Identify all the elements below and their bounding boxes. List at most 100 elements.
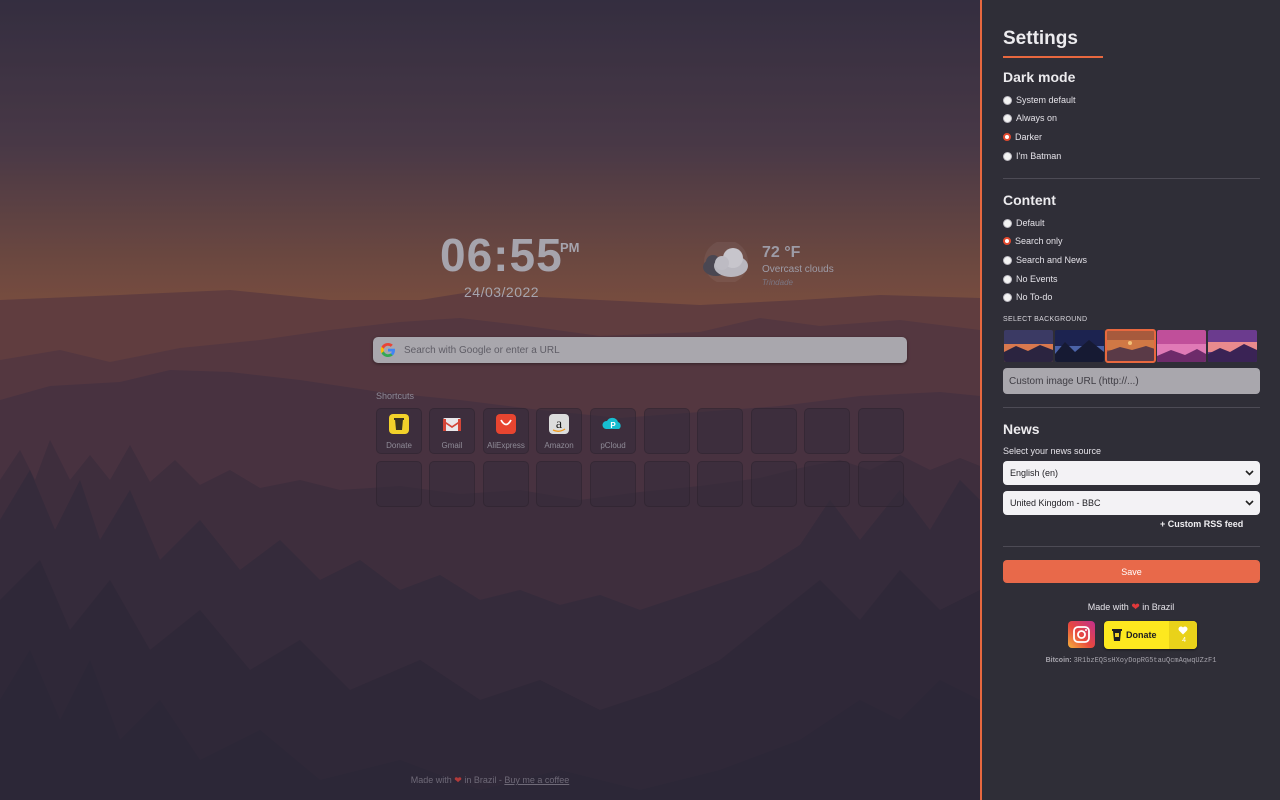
shortcut-empty[interactable]	[697, 408, 743, 454]
radio-button[interactable]	[1003, 95, 1012, 105]
radio-dark-system-default[interactable]: System default	[1003, 93, 1076, 107]
radio-label: Default	[1016, 218, 1045, 228]
radio-content-no-events[interactable]: No Events	[1003, 272, 1058, 286]
clock-time: 06:55	[440, 229, 563, 281]
divider	[1003, 546, 1260, 547]
new-tab-page: 06:55 PM 24/03/2022 72 °F Overcast cloud…	[0, 0, 980, 800]
radio-button[interactable]	[1003, 218, 1012, 228]
shortcut-empty[interactable]	[590, 461, 636, 507]
shortcut-amazon[interactable]: a Amazon	[536, 408, 582, 454]
select-background-label: SELECT BACKGROUND	[1003, 316, 1088, 323]
chevron-down-icon	[1245, 470, 1254, 476]
shortcut-donate[interactable]: Donate	[376, 408, 422, 454]
radio-content-search-news[interactable]: Search and News	[1003, 253, 1087, 267]
shortcut-label: Gmail	[441, 441, 463, 450]
background-thumbnail[interactable]	[1055, 330, 1104, 362]
donate-count: 4	[1182, 637, 1186, 644]
radio-label: Search only	[1015, 236, 1063, 246]
search-bar[interactable]	[373, 337, 907, 363]
clock-date: 24/03/2022	[464, 284, 540, 300]
heart-icon: ❤	[454, 775, 462, 785]
aliexpress-icon	[496, 414, 516, 434]
radio-label: Always on	[1016, 113, 1058, 123]
shortcuts-title: Shortcuts	[376, 391, 415, 401]
donate-button[interactable]: Donate 4	[1104, 621, 1197, 649]
settings-title: Settings	[1003, 28, 1078, 49]
bitcoin-label: Bitcoin:	[1045, 657, 1072, 664]
news-source-value: United Kingdom - BBC	[1010, 498, 1101, 508]
shortcut-empty[interactable]	[376, 461, 422, 507]
bitcoin-info: Bitcoin: 3R1bzEQSsHXoyDopRG5tauQcmAqwqUZ…	[982, 657, 1280, 665]
bitcoin-address: 3R1bzEQSsHXoyDopRG5tauQcmAqwqUZzF1	[1073, 657, 1217, 665]
shortcut-gmail[interactable]: Gmail	[429, 408, 475, 454]
shortcut-label: Donate	[386, 441, 412, 450]
heart-icon: ❤	[1131, 602, 1140, 613]
radio-dark-darker[interactable]: Darker	[1003, 130, 1042, 144]
radio-button[interactable]	[1003, 274, 1012, 284]
background-thumbnail[interactable]	[1004, 330, 1053, 362]
donate-counter: 4	[1169, 621, 1197, 649]
radio-dark-always-on[interactable]: Always on	[1003, 111, 1057, 125]
chevron-down-icon	[1245, 500, 1254, 506]
radio-dark-batman[interactable]: I'm Batman	[1003, 149, 1061, 163]
shortcut-aliexpress[interactable]: AliExpress	[483, 408, 529, 454]
shortcut-empty[interactable]	[429, 461, 475, 507]
svg-text:P: P	[610, 421, 616, 430]
shortcut-empty[interactable]	[483, 461, 529, 507]
radio-label: I'm Batman	[1016, 151, 1062, 161]
shortcut-empty[interactable]	[804, 461, 850, 507]
clock-ampm: PM	[560, 240, 580, 255]
news-language-select[interactable]: English (en)	[1003, 461, 1260, 485]
custom-image-url-input[interactable]	[1003, 368, 1260, 394]
radio-content-default[interactable]: Default	[1003, 216, 1045, 230]
divider	[1003, 178, 1260, 179]
made-with-text: Made with ❤ in Brazil	[982, 602, 1280, 613]
clock: 06:55 PM 24/03/2022	[440, 228, 580, 300]
shortcut-pcloud[interactable]: P pCloud	[590, 408, 636, 454]
radio-content-no-todo[interactable]: No To-do	[1003, 290, 1052, 304]
radio-button[interactable]	[1003, 151, 1012, 161]
background-thumbnail-selected[interactable]	[1105, 329, 1156, 363]
shortcut-empty[interactable]	[644, 461, 690, 507]
shortcut-empty[interactable]	[644, 408, 690, 454]
donate-label: Donate	[1126, 630, 1157, 640]
shortcut-empty[interactable]	[536, 461, 582, 507]
shortcut-empty[interactable]	[751, 461, 797, 507]
pcloud-icon: P	[602, 417, 621, 430]
background-thumbnail[interactable]	[1157, 330, 1206, 362]
radio-button[interactable]	[1003, 292, 1012, 302]
divider	[1003, 407, 1260, 408]
buy-coffee-link[interactable]: Buy me a coffee	[504, 775, 569, 785]
background-picker	[1004, 329, 1261, 363]
shortcut-empty[interactable]	[858, 461, 904, 507]
shortcut-empty[interactable]	[697, 461, 743, 507]
radio-label: Search and News	[1016, 255, 1088, 265]
amazon-icon: a	[549, 414, 569, 434]
search-input[interactable]	[404, 337, 894, 363]
settings-panel: Settings Dark mode System default Always…	[980, 0, 1280, 800]
coffee-icon	[1112, 629, 1122, 641]
shortcut-empty[interactable]	[804, 408, 850, 454]
in-brazil-label: in Brazil	[1142, 602, 1175, 612]
radio-label: System default	[1016, 95, 1076, 105]
shortcut-empty[interactable]	[751, 408, 797, 454]
heart-icon	[1178, 626, 1188, 635]
radio-button[interactable]	[1003, 255, 1012, 265]
radio-button[interactable]	[1003, 113, 1012, 123]
save-button[interactable]: Save	[1003, 560, 1260, 583]
custom-rss-link[interactable]: + Custom RSS feed	[1160, 519, 1243, 529]
svg-text:a: a	[556, 417, 563, 432]
radio-button-selected[interactable]	[1003, 237, 1011, 245]
dark-mode-heading: Dark mode	[1003, 69, 1076, 85]
background-thumbnail[interactable]	[1208, 330, 1257, 362]
instagram-button[interactable]	[1068, 621, 1095, 648]
news-source-select[interactable]: United Kingdom - BBC	[1003, 491, 1260, 515]
page-footer: Made with ❤ in Brazil - Buy me a coffee	[0, 775, 980, 786]
radio-content-search-only[interactable]: Search only	[1003, 234, 1063, 248]
radio-button-selected[interactable]	[1003, 133, 1011, 141]
title-underline	[1003, 56, 1103, 58]
footer-made-with: Made with	[410, 775, 452, 785]
shortcut-empty[interactable]	[858, 408, 904, 454]
radio-label: Darker	[1015, 132, 1043, 142]
made-with-label: Made with	[1087, 602, 1129, 612]
